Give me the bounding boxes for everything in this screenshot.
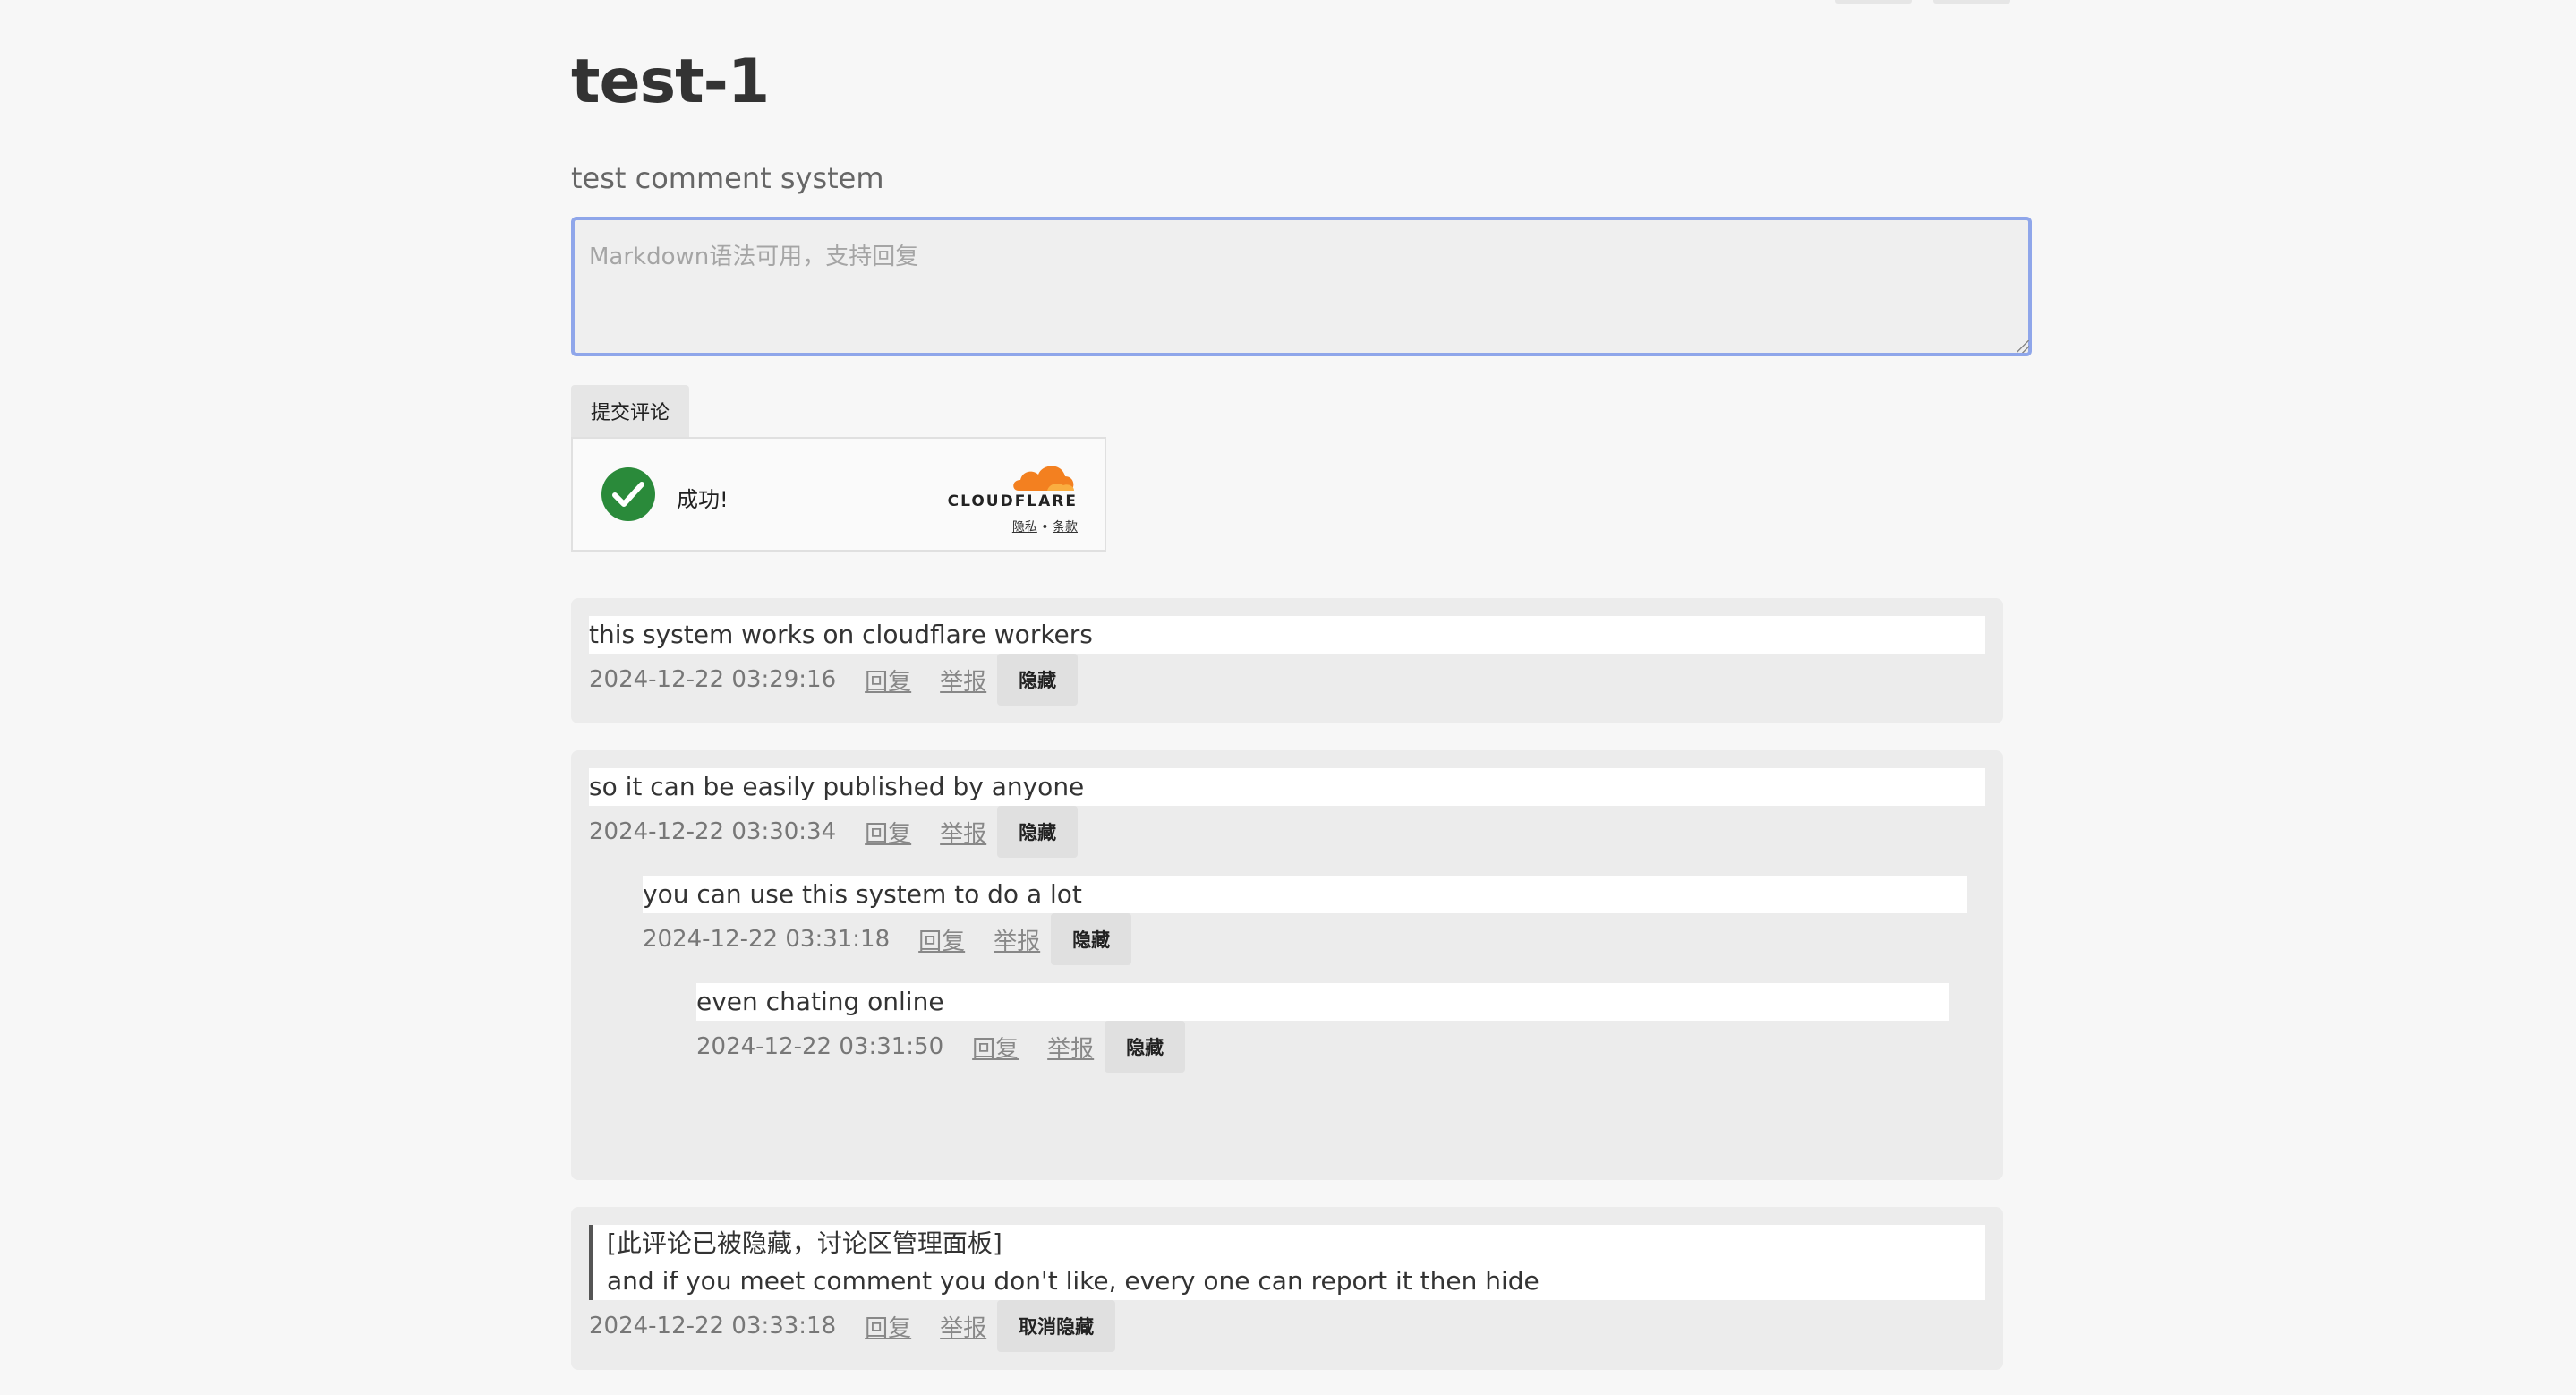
reply-link[interactable]: 回复: [865, 663, 911, 697]
cloudflare-cloud-icon: [1013, 466, 1074, 491]
turnstile-status: 成功!: [677, 487, 729, 512]
hidden-notice: [此评论已被隐藏，讨论区管理面板]: [607, 1228, 1002, 1258]
reply-link[interactable]: 回复: [918, 923, 965, 956]
success-check-icon: [601, 467, 655, 521]
nested-reply-text: even chating online: [696, 983, 1949, 1021]
comment-text: this system works on cloudflare workers: [589, 616, 1985, 654]
comment-card-hidden: [此评论已被隐藏，讨论区管理面板] and if you meet commen…: [571, 1207, 2003, 1370]
turnstile-links: 隐私 • 条款: [1012, 518, 1078, 535]
link-separator: •: [1041, 520, 1049, 535]
hide-button[interactable]: 隐藏: [997, 654, 1079, 706]
report-link[interactable]: 举报: [940, 1310, 986, 1343]
top-toolbar-stub-2[interactable]: [1933, 0, 2010, 4]
reply-link[interactable]: 回复: [972, 1031, 1019, 1064]
comment-text: and if you meet comment you don't like, …: [607, 1266, 1540, 1296]
comment-text: so it can be easily published by anyone: [589, 768, 1985, 806]
nested-reply-timestamp: 2024-12-22 03:31:50: [696, 1033, 944, 1060]
cloudflare-wordmark: CLOUDFLARE: [947, 492, 1078, 510]
comment-meta: 2024-12-22 03:30:34 回复 举报 隐藏: [589, 806, 1079, 858]
comment-card: so it can be easily published by anyone …: [571, 750, 2003, 1180]
report-link[interactable]: 举报: [940, 816, 986, 849]
nested-reply-meta: 2024-12-22 03:31:50 回复 举报 隐藏: [696, 1021, 1186, 1073]
comment-timestamp: 2024-12-22 03:30:34: [589, 818, 837, 845]
comment-timestamp: 2024-12-22 03:33:18: [589, 1313, 837, 1339]
reply-link[interactable]: 回复: [865, 816, 911, 849]
hide-button[interactable]: 隐藏: [1105, 1021, 1186, 1073]
cloudflare-turnstile-widget: 成功! CLOUDFLARE 隐私 • 条款: [571, 437, 1106, 552]
hidden-comment-quote: [此评论已被隐藏，讨论区管理面板] and if you meet commen…: [589, 1225, 1985, 1300]
comment-meta: 2024-12-22 03:29:16 回复 举报 隐藏: [589, 654, 1079, 706]
comment-timestamp: 2024-12-22 03:29:16: [589, 666, 837, 693]
unhide-button[interactable]: 取消隐藏: [997, 1300, 1116, 1352]
report-link[interactable]: 举报: [1047, 1031, 1094, 1064]
top-toolbar-stub-1[interactable]: [1835, 0, 1912, 4]
hide-button[interactable]: 隐藏: [997, 806, 1079, 858]
page-title: test-1: [571, 47, 770, 117]
report-link[interactable]: 举报: [994, 923, 1040, 956]
comment-card: this system works on cloudflare workers …: [571, 598, 2003, 723]
comment-input[interactable]: [571, 217, 2032, 356]
terms-link[interactable]: 条款: [1053, 520, 1078, 535]
hide-button[interactable]: 隐藏: [1051, 913, 1132, 965]
reply-text: you can use this system to do a lot: [643, 876, 1967, 913]
reply-meta: 2024-12-22 03:31:18 回复 举报 隐藏: [643, 913, 1132, 965]
resize-handle-icon[interactable]: [2017, 340, 2029, 353]
comment-meta: 2024-12-22 03:33:18 回复 举报 取消隐藏: [589, 1300, 1116, 1352]
privacy-link[interactable]: 隐私: [1012, 520, 1037, 535]
page-subtitle: test comment system: [571, 161, 884, 195]
reply-timestamp: 2024-12-22 03:31:18: [643, 926, 891, 953]
report-link[interactable]: 举报: [940, 663, 986, 697]
reply-link[interactable]: 回复: [865, 1310, 911, 1343]
submit-comment-button[interactable]: 提交评论: [571, 385, 689, 437]
